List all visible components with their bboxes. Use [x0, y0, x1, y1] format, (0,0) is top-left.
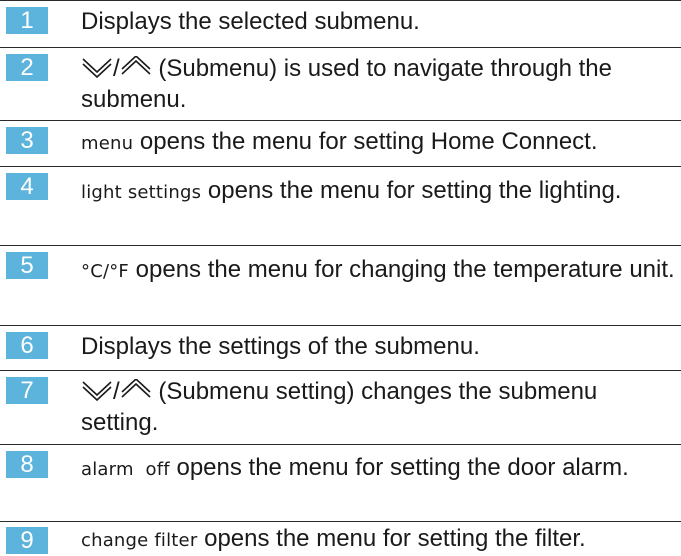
legend-row-2: 2 / (Submenu) is used to navigate throug…: [0, 47, 681, 120]
legend-description: Displays the selected submenu.: [81, 6, 675, 37]
legend-row-5: 5 °C/°F opens the menu for changing the …: [0, 245, 681, 325]
legend-row-8: 8 alarm off opens the menu for setting t…: [0, 444, 681, 521]
legend-number-badge: 1: [6, 7, 48, 34]
legend-number-badge: 4: [6, 173, 48, 200]
chevron-double-down-icon: [82, 58, 112, 78]
legend-text: Displays the settings of the submenu.: [81, 333, 480, 360]
chevron-double-up-icon: [121, 379, 151, 398]
legend-description: / (Submenu setting) changes the submenu …: [81, 376, 675, 438]
legend-number-badge: 2: [6, 54, 48, 81]
legend-description: Displays the settings of the submenu.: [81, 331, 675, 362]
icon-separator: /: [113, 55, 120, 82]
legend-number-badge: 6: [6, 332, 48, 359]
display-keyword: light settings: [81, 182, 202, 203]
legend-description: light settings opens the menu for settin…: [81, 175, 675, 208]
legend-text: (Submenu setting) changes the submenu se…: [81, 378, 598, 436]
display-keyword: alarm off: [81, 459, 170, 480]
legend-text: opens the menu for setting the lighting.: [201, 177, 622, 204]
legend-description: °C/°F opens the menu for changing the te…: [81, 254, 675, 287]
legend-row-7: 7 / (Submenu setting) changes the submen…: [0, 370, 681, 444]
legend-number-badge: 3: [6, 127, 48, 154]
legend-description: change filter opens the menu for setting…: [81, 523, 675, 556]
legend-text: Displays the selected submenu.: [81, 8, 420, 35]
legend-description: alarm off opens the menu for setting the…: [81, 452, 675, 485]
legend-row-1: 1 Displays the selected submenu.: [0, 0, 681, 47]
legend-number-badge: 9: [6, 527, 48, 554]
display-keyword: change filter: [81, 530, 198, 551]
legend-text: opens the menu for setting the filter.: [197, 525, 586, 552]
legend-table: 1 Displays the selected submenu. 2 / (Su…: [0, 0, 681, 554]
icon-separator: /: [113, 378, 120, 405]
display-keyword: °C/°F: [81, 261, 129, 282]
chevron-double-down-icon: [82, 381, 112, 401]
display-keyword: menu: [81, 133, 134, 154]
legend-description: / (Submenu) is used to navigate through …: [81, 53, 675, 115]
legend-text: opens the menu for setting the door alar…: [169, 454, 629, 481]
legend-text: (Submenu) is used to navigate through th…: [81, 55, 612, 113]
legend-row-6: 6 Displays the settings of the submenu.: [0, 325, 681, 370]
legend-text: opens the menu for changing the temperat…: [129, 256, 675, 283]
legend-description: menu opens the menu for setting Home Con…: [81, 126, 675, 159]
chevron-double-up-icon: [121, 56, 151, 75]
legend-row-4: 4 light settings opens the menu for sett…: [0, 166, 681, 245]
legend-text: opens the menu for setting Home Connect.: [133, 128, 598, 155]
legend-row-3: 3 menu opens the menu for setting Home C…: [0, 120, 681, 166]
legend-number-badge: 8: [6, 451, 48, 478]
legend-number-badge: 7: [6, 377, 48, 404]
legend-row-9: 9 change filter opens the menu for setti…: [0, 521, 681, 554]
legend-number-badge: 5: [6, 252, 48, 279]
